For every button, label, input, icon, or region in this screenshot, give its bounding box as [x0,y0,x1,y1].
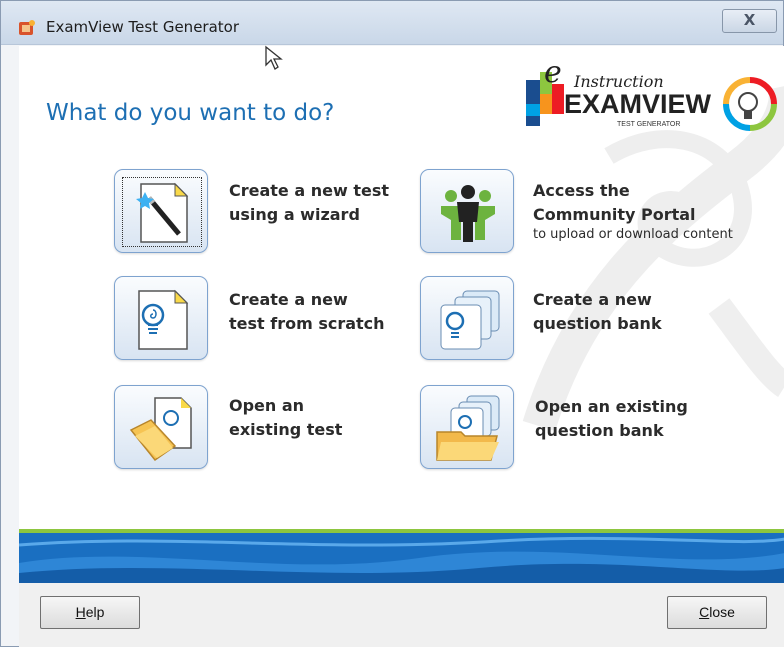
option-line: question bank [533,314,662,333]
help-mnemonic: H [75,604,86,620]
option-line: Open an existing [535,397,688,416]
open-test-label[interactable]: Open an existing test [229,394,342,442]
option-line: Open an [229,396,305,415]
community-portal-sublabel: to upload or download content [533,227,733,242]
svg-text:TEST GENERATOR: TEST GENERATOR [617,121,680,128]
option-line: question bank [535,421,664,440]
option-line: Community Portal [533,205,696,224]
examview-app-icon [19,20,35,35]
option-line: Access the [533,181,630,200]
focus-indicator [122,177,202,247]
window-title: ExamView Test Generator [46,18,240,36]
window-close-button[interactable]: X [722,9,777,33]
close-button[interactable]: Close [667,596,767,629]
community-people-icon [441,185,495,242]
open-question-bank-button[interactable] [420,385,514,469]
option-line: test from scratch [229,314,385,333]
option-line: Create a new [533,290,652,309]
svg-text:EXAMVIEW: EXAMVIEW [564,89,712,119]
close-label: lose [709,604,735,620]
blue-wave-banner [19,533,784,583]
community-portal-button[interactable] [420,169,514,253]
option-line: Create a new test [229,181,389,200]
mouse-pointer-icon [265,45,283,70]
help-button[interactable]: Help [40,596,140,629]
examview-logo: e Instruction EXAMVIEW TEST GENERATOR [524,55,784,140]
option-line: existing test [229,420,343,439]
open-question-bank-label[interactable]: Open an existing question bank [535,395,688,443]
open-folder-bank-icon [436,395,500,461]
create-question-bank-label[interactable]: Create a new question bank [533,288,662,336]
page-title: What do you want to do? [46,100,335,126]
title-bar[interactable]: ExamView Test Generator X [1,1,783,45]
create-test-scratch-button[interactable] [114,276,208,360]
community-portal-label[interactable]: Access the Community Portal [533,179,696,227]
create-test-wizard-label[interactable]: Create a new test using a wizard [229,179,389,227]
open-test-button[interactable] [114,385,208,469]
create-test-scratch-label[interactable]: Create a new test from scratch [229,288,385,336]
question-bank-stack-icon [440,290,500,350]
option-line: using a wizard [229,205,360,224]
close-mnemonic: C [699,604,710,620]
new-test-document-icon [138,289,189,350]
create-question-bank-button[interactable] [420,276,514,360]
option-line: Create a new [229,290,348,309]
svg-text:e: e [544,58,562,90]
open-folder-test-icon [129,397,192,462]
help-label: elp [85,604,105,620]
app-window: ExamView Test Generator X What do you wa… [0,0,784,647]
create-test-wizard-button[interactable] [114,169,208,253]
